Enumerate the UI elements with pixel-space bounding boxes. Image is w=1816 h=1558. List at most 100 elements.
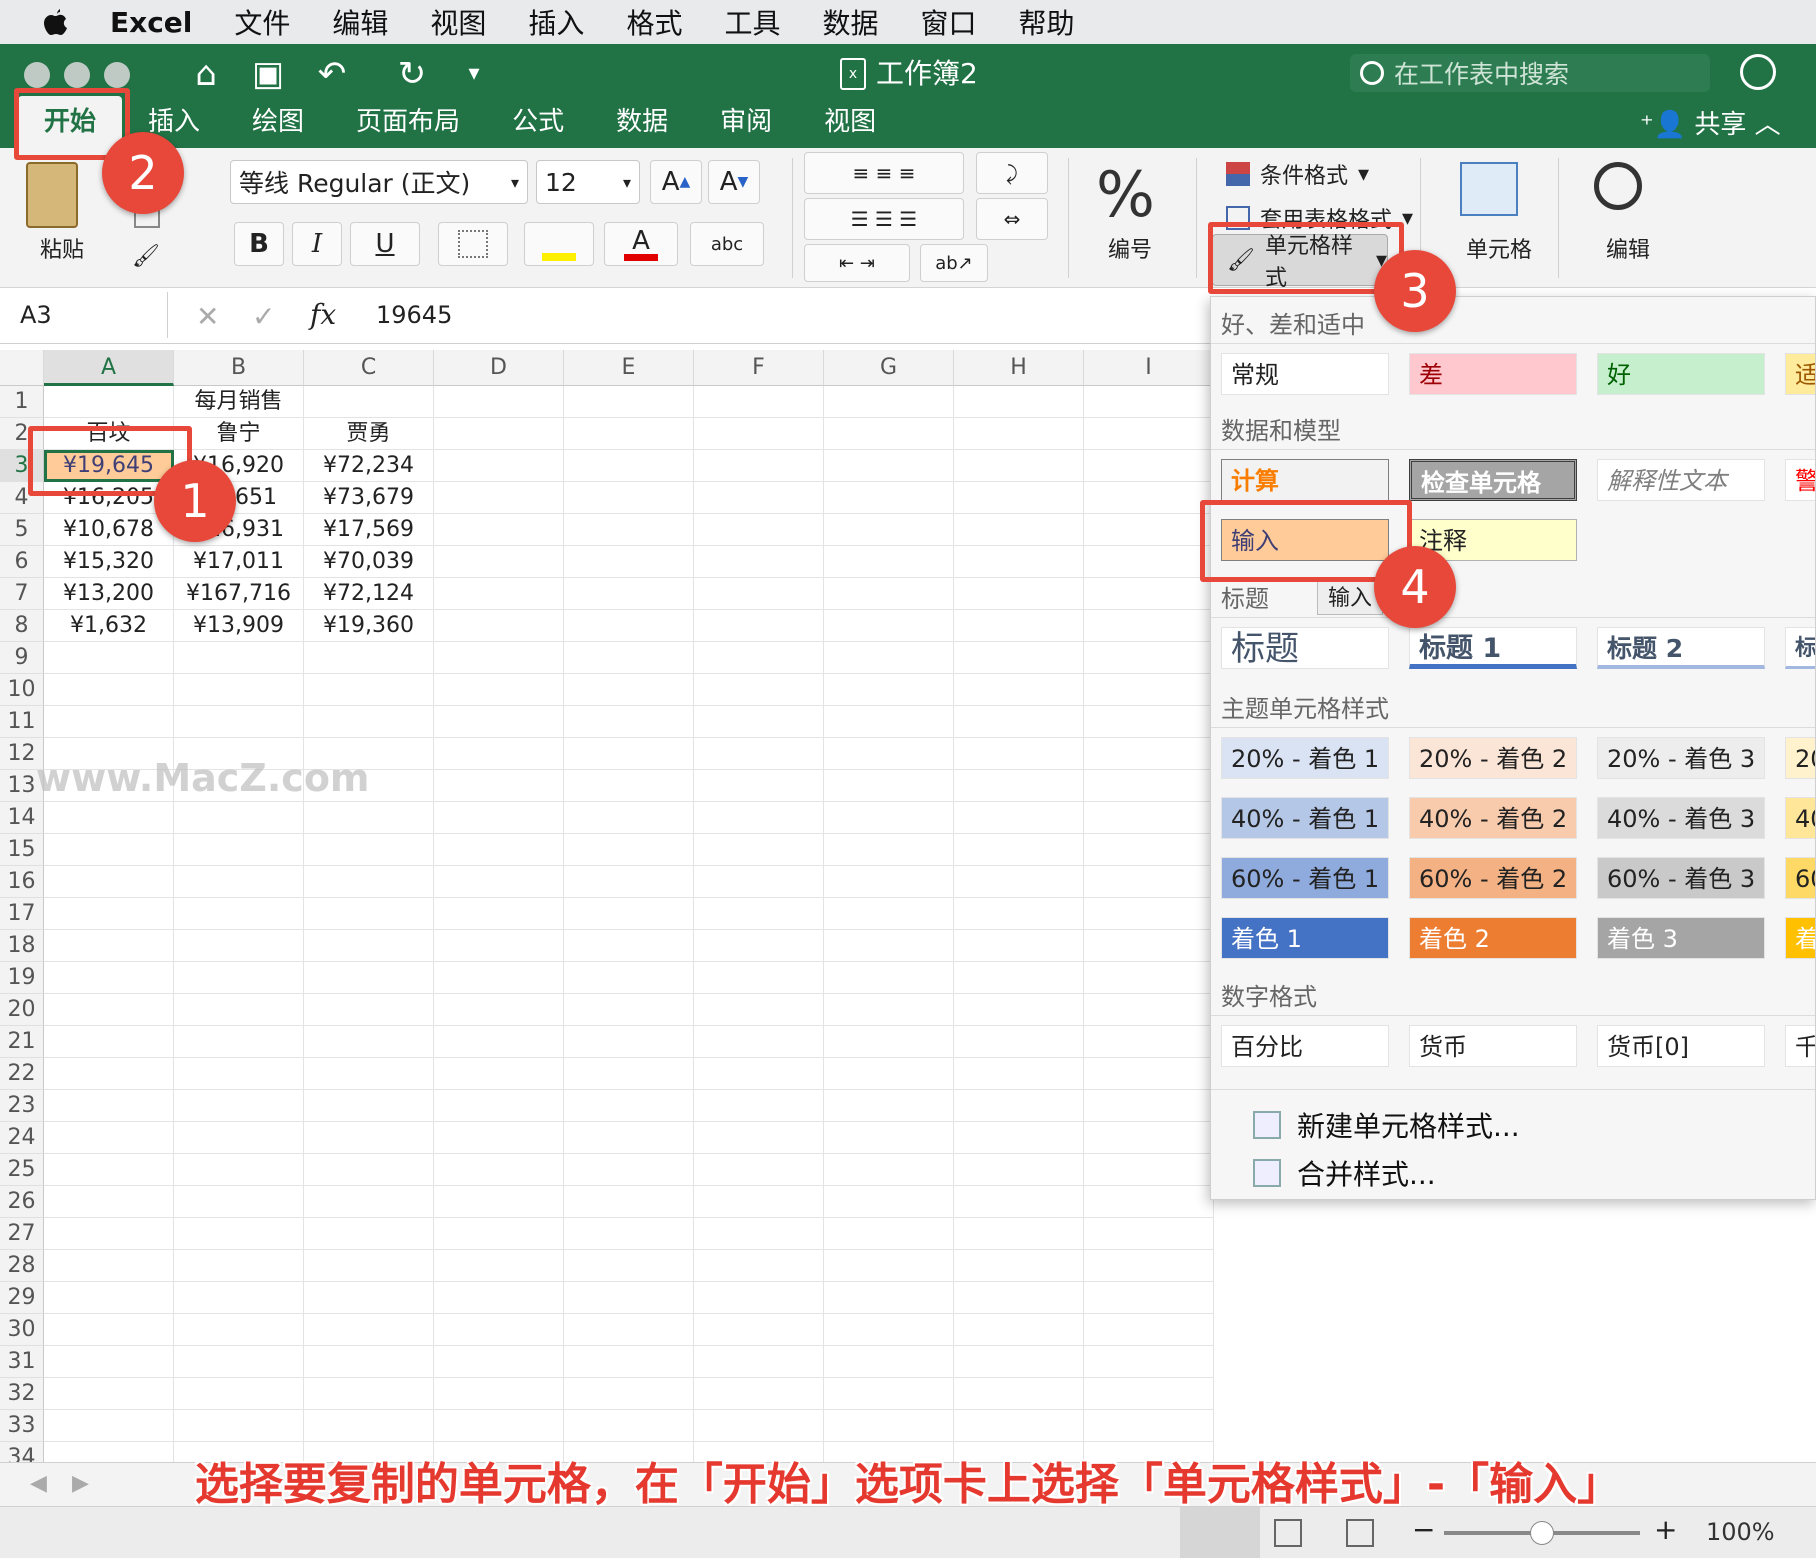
cell[interactable] (434, 1026, 564, 1058)
cell[interactable] (824, 834, 954, 866)
cell[interactable] (954, 674, 1084, 706)
cell[interactable] (434, 450, 564, 482)
cell[interactable]: ¥1,632 (44, 610, 174, 642)
row-header[interactable]: 25 (0, 1154, 44, 1186)
cell[interactable] (694, 1026, 824, 1058)
menu-app-name[interactable]: Excel (110, 6, 192, 39)
cell[interactable] (44, 1218, 174, 1250)
cell[interactable] (954, 962, 1084, 994)
cell[interactable] (1084, 386, 1214, 418)
cell[interactable]: ¥72,234 (304, 450, 434, 482)
cell[interactable] (564, 834, 694, 866)
row-header[interactable]: 31 (0, 1346, 44, 1378)
cell[interactable] (434, 1378, 564, 1410)
cell[interactable] (824, 642, 954, 674)
cell[interactable] (564, 674, 694, 706)
cell[interactable] (44, 1410, 174, 1442)
cell[interactable] (694, 1186, 824, 1218)
cell[interactable]: ¥13,909 (174, 610, 304, 642)
cell[interactable] (174, 706, 304, 738)
cell[interactable] (564, 898, 694, 930)
cell[interactable] (434, 482, 564, 514)
cell[interactable] (954, 1058, 1084, 1090)
cell[interactable] (694, 1314, 824, 1346)
cell[interactable] (954, 578, 1084, 610)
cell[interactable] (1084, 546, 1214, 578)
cell[interactable] (44, 1314, 174, 1346)
cell[interactable] (304, 1378, 434, 1410)
row-header[interactable]: 15 (0, 834, 44, 866)
cell[interactable] (1084, 514, 1214, 546)
percent-icon[interactable]: % (1096, 158, 1155, 231)
menu-edit[interactable]: 编辑 (332, 2, 388, 42)
cell[interactable] (1084, 994, 1214, 1026)
style-40-accent-2[interactable]: 40% - 着色 2 (1409, 797, 1577, 839)
cell[interactable] (304, 866, 434, 898)
cell[interactable] (174, 1186, 304, 1218)
new-cell-style-menu-item[interactable]: 新建单元格样式... (1253, 1105, 1520, 1145)
cell[interactable] (824, 546, 954, 578)
menu-tools[interactable]: 工具 (724, 2, 780, 42)
cell[interactable] (304, 1218, 434, 1250)
cell[interactable] (434, 1314, 564, 1346)
cell[interactable] (824, 866, 954, 898)
row-header[interactable]: 24 (0, 1122, 44, 1154)
cell[interactable] (1084, 578, 1214, 610)
minimize-window-button[interactable] (64, 62, 90, 88)
cell[interactable] (44, 706, 174, 738)
cell[interactable] (694, 610, 824, 642)
cell[interactable] (954, 1186, 1084, 1218)
style-warning[interactable]: 警 (1785, 459, 1815, 501)
cell[interactable] (954, 834, 1084, 866)
cell[interactable] (564, 482, 694, 514)
tab-view[interactable]: 视图 (798, 96, 902, 148)
cell[interactable] (44, 962, 174, 994)
font-shrink-button[interactable]: A ▼ (708, 160, 760, 204)
cell[interactable] (304, 930, 434, 962)
cell[interactable] (954, 642, 1084, 674)
merge-center-button[interactable]: ⇔ (976, 198, 1048, 240)
cell[interactable] (824, 706, 954, 738)
tab-formulas[interactable]: 公式 (486, 96, 590, 148)
cell[interactable] (1084, 418, 1214, 450)
cell[interactable] (1084, 1410, 1214, 1442)
style-60-accent-4[interactable]: 60 (1785, 857, 1815, 899)
row-header[interactable]: 22 (0, 1058, 44, 1090)
fill-color-button[interactable] (524, 222, 594, 266)
cell[interactable] (174, 1090, 304, 1122)
find-magnifier-icon[interactable] (1594, 162, 1642, 210)
cell[interactable] (694, 898, 824, 930)
cell[interactable] (694, 1090, 824, 1122)
cell[interactable] (174, 1154, 304, 1186)
cell[interactable] (694, 834, 824, 866)
cell[interactable]: ¥19,360 (304, 610, 434, 642)
cell[interactable] (174, 1282, 304, 1314)
zoom-in-icon[interactable]: + (1654, 1513, 1677, 1546)
formula-input[interactable]: 19645 (376, 292, 452, 338)
column-header[interactable]: I (1084, 350, 1214, 386)
orientation-button[interactable]: ab↗ (920, 244, 988, 282)
column-header[interactable]: F (694, 350, 824, 386)
cell[interactable] (694, 1218, 824, 1250)
cell[interactable] (824, 770, 954, 802)
cell[interactable] (954, 1122, 1084, 1154)
insert-function-icon[interactable]: fx (310, 292, 336, 338)
style-accent-4[interactable]: 着 (1785, 917, 1815, 959)
cell[interactable] (1084, 834, 1214, 866)
cell[interactable] (174, 1218, 304, 1250)
cell[interactable] (824, 1154, 954, 1186)
cell[interactable] (954, 1378, 1084, 1410)
cell[interactable] (434, 1154, 564, 1186)
cell[interactable] (954, 1218, 1084, 1250)
style-heading-3[interactable]: 标 (1785, 627, 1815, 669)
cell[interactable] (304, 1314, 434, 1346)
cell[interactable] (1084, 642, 1214, 674)
cell[interactable] (174, 1058, 304, 1090)
column-header[interactable]: C (304, 350, 434, 386)
cell[interactable] (44, 802, 174, 834)
cell[interactable] (44, 1346, 174, 1378)
cell[interactable] (434, 706, 564, 738)
cell[interactable] (954, 1026, 1084, 1058)
cell[interactable] (304, 1186, 434, 1218)
cell[interactable] (434, 578, 564, 610)
